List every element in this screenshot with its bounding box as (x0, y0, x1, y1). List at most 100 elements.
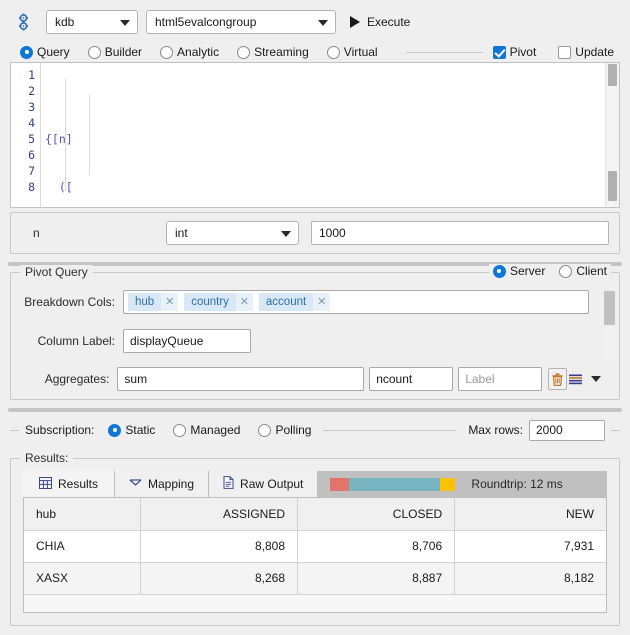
column-header-assigned[interactable]: ASSIGNED (140, 498, 297, 530)
chip-remove-icon[interactable]: ✕ (236, 293, 253, 311)
mode-divider (406, 52, 483, 53)
list-menu-icon[interactable] (567, 368, 584, 390)
group-select-value: html5evalcongroup (155, 15, 256, 29)
radio-dot-icon (160, 46, 173, 59)
pivot-source-label: Client (576, 264, 607, 278)
aggregate-function-value: sum (124, 372, 147, 386)
breakdown-chip-account[interactable]: account ✕ (259, 293, 330, 311)
mode-toggles: Pivot Update (493, 45, 620, 59)
cell-hub: CHIA (24, 530, 140, 562)
subscription-mode-label: Managed (190, 423, 240, 437)
radio-dot-icon (173, 424, 186, 437)
cell-closed: 8,887 (298, 562, 455, 594)
line-number: 2 (11, 83, 35, 99)
table-row[interactable]: XASX 8,268 8,887 8,182 (24, 562, 606, 594)
line-number: 7 (11, 163, 35, 179)
breakdown-chip-country[interactable]: country ✕ (184, 293, 253, 311)
section-divider (8, 408, 622, 412)
tab-results[interactable]: Results (23, 471, 115, 497)
param-type-select[interactable]: int (166, 221, 299, 245)
pivot-source-server[interactable]: Server (493, 264, 545, 278)
update-checkbox[interactable]: Update (558, 45, 614, 59)
pivot-source-radio-group: Server Client (489, 264, 611, 278)
cell-assigned: 8,268 (140, 562, 297, 594)
results-grid[interactable]: hub ASSIGNED CLOSED NEW CHIA 8,808 8,706… (23, 497, 607, 613)
subscription-radio-static[interactable]: Static (108, 423, 155, 437)
column-label-input[interactable]: displayQueue (123, 329, 251, 353)
breakdown-cols-label: Breakdown Cols: (11, 295, 123, 309)
chip-remove-icon[interactable]: ✕ (313, 293, 330, 311)
document-icon (223, 476, 234, 492)
progress-segment-1 (330, 478, 349, 491)
line-number-gutter: 1 2 3 4 5 6 7 8 (11, 63, 41, 207)
breakdown-cols-field[interactable]: hub ✕ country ✕ account ✕ (123, 290, 589, 314)
max-rows-input[interactable]: 2000 (529, 420, 605, 441)
group-edge-right (611, 430, 620, 431)
cell-closed: 8,706 (298, 530, 455, 562)
tab-raw-output[interactable]: Raw Output (209, 471, 318, 497)
scrollbar-thumb[interactable] (608, 64, 617, 86)
line-number: 3 (11, 99, 35, 115)
connection-select[interactable]: kdb (46, 10, 138, 34)
breakdown-chip-hub[interactable]: hub ✕ (128, 293, 178, 311)
update-label: Update (575, 45, 614, 59)
code-text-area[interactable]: {[n] ([ hub:n?`CHIA`XASX; country:n?`UK`… (41, 63, 619, 207)
line-number: 8 (11, 179, 35, 195)
pivot-source-client[interactable]: Client (559, 264, 607, 278)
aggregates-label: Aggregates: (11, 372, 117, 386)
subscription-radio-polling[interactable]: Polling (258, 423, 311, 437)
results-tabs: Results Mapping (23, 471, 607, 497)
aggregate-column-input[interactable]: ncount (369, 367, 453, 391)
pivot-label: Pivot (510, 45, 537, 59)
mapping-icon (129, 477, 142, 492)
tab-label: Results (58, 477, 98, 491)
trash-icon[interactable] (548, 368, 567, 390)
results-table: hub ASSIGNED CLOSED NEW CHIA 8,808 8,706… (24, 498, 606, 595)
column-header-closed[interactable]: CLOSED (298, 498, 455, 530)
aggregate-label-input[interactable]: Label (458, 367, 542, 391)
subscription-mode-label: Static (125, 423, 155, 437)
mode-label: Streaming (254, 45, 309, 59)
mode-radio-builder[interactable]: Builder (88, 45, 142, 59)
column-header-new[interactable]: NEW (455, 498, 606, 530)
param-value-text: 1000 (319, 226, 346, 240)
mode-radio-streaming[interactable]: Streaming (237, 45, 309, 59)
code-editor[interactable]: 1 2 3 4 5 6 7 8 {[n] ([ hub:n?`CHIA`XASX… (10, 62, 620, 208)
chevron-down-icon (281, 231, 291, 237)
radio-dot-icon (258, 424, 271, 437)
execute-label: Execute (367, 15, 410, 29)
group-edge-left (10, 430, 19, 431)
chip-label: account (259, 293, 313, 311)
tab-mapping[interactable]: Mapping (115, 471, 209, 497)
mode-label: Virtual (344, 45, 378, 59)
table-row[interactable]: CHIA 8,808 8,706 7,931 (24, 530, 606, 562)
radio-dot-icon (327, 46, 340, 59)
aggregate-function-input[interactable]: sum (117, 367, 364, 391)
chip-remove-icon[interactable]: ✕ (161, 293, 178, 311)
chevron-down-icon[interactable] (584, 368, 607, 390)
mode-radio-query[interactable]: Query (20, 45, 70, 59)
subscription-radio-managed[interactable]: Managed (173, 423, 240, 437)
table-grid-icon (39, 477, 52, 492)
radio-dot-icon (108, 424, 121, 437)
query-editor-window: kdb html5evalcongroup Execute Query Buil… (0, 0, 630, 635)
settings-gears-icon[interactable] (18, 13, 36, 31)
execute-button[interactable]: Execute (350, 15, 410, 29)
editor-vertical-scrollbar[interactable] (605, 63, 619, 207)
checkbox-icon (493, 46, 506, 59)
group-select[interactable]: html5evalcongroup (146, 10, 336, 34)
scrollbar-thumb[interactable] (604, 291, 615, 325)
max-rows-label: Max rows: (468, 423, 523, 437)
mode-radio-virtual[interactable]: Virtual (327, 45, 378, 59)
pivot-query-panel: Pivot Query Server Client Breakdown Cols… (10, 272, 620, 400)
pivot-checkbox[interactable]: Pivot (493, 45, 537, 59)
play-icon (350, 16, 360, 28)
cell-assigned: 8,808 (140, 530, 297, 562)
roundtrip-status: Roundtrip: 12 ms (471, 477, 562, 491)
pivot-vertical-scrollbar[interactable] (604, 291, 615, 359)
column-header-hub[interactable]: hub (24, 498, 140, 530)
scrollbar-thumb-secondary[interactable] (608, 171, 617, 201)
mode-radio-analytic[interactable]: Analytic (160, 45, 219, 59)
chevron-down-icon (120, 20, 130, 26)
param-value-input[interactable]: 1000 (311, 221, 609, 245)
